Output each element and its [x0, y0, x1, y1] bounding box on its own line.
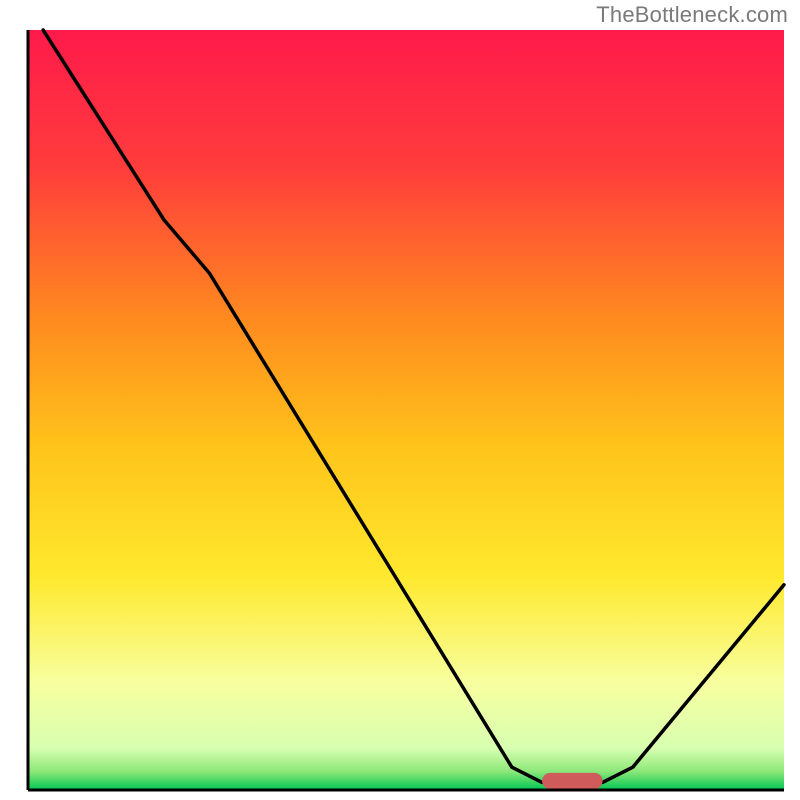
chart-container: TheBottleneck.com	[0, 0, 800, 800]
optimal-marker	[542, 773, 602, 789]
plot-background	[28, 30, 784, 790]
chart-svg	[0, 0, 800, 800]
